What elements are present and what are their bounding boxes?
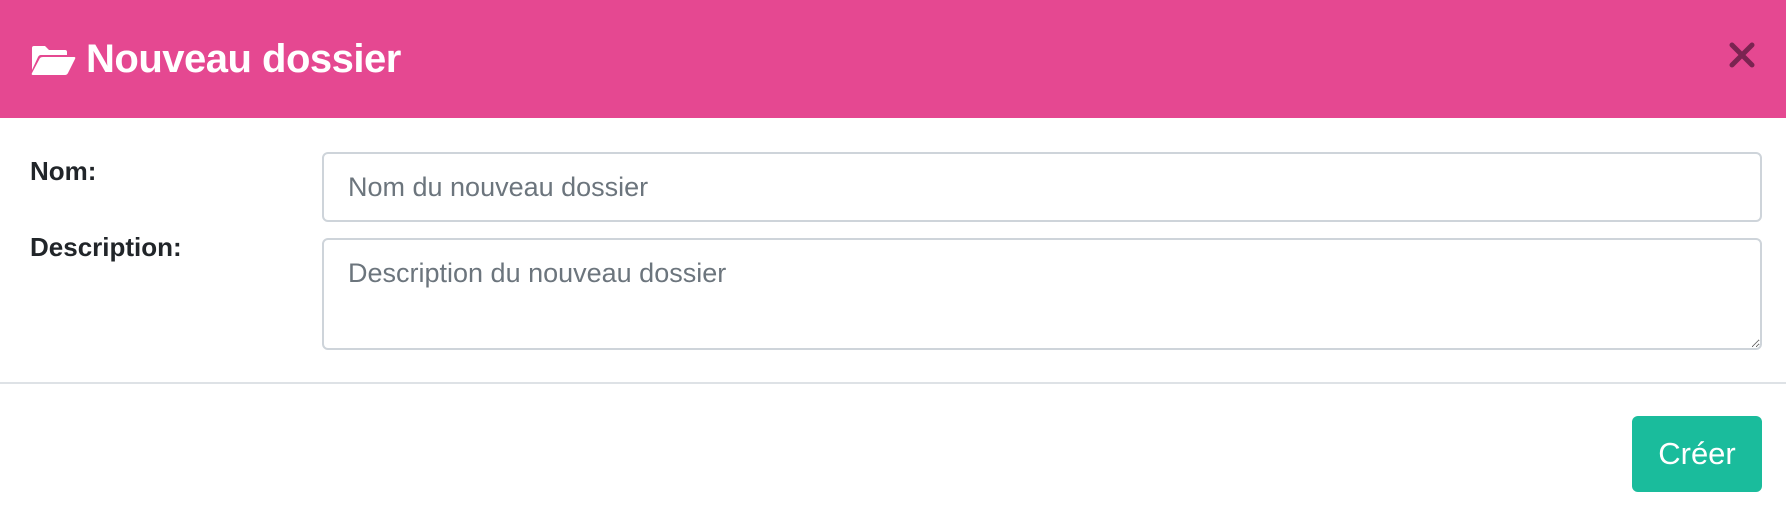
- new-folder-modal: Nouveau dossier Nom: Description: Créer: [0, 0, 1786, 522]
- description-textarea[interactable]: [322, 238, 1762, 350]
- modal-header: Nouveau dossier: [0, 0, 1786, 118]
- modal-title: Nouveau dossier: [86, 36, 401, 81]
- close-icon: [1729, 42, 1755, 73]
- name-label: Nom:: [30, 156, 97, 186]
- close-button[interactable]: [1724, 37, 1760, 77]
- modal-footer: Créer: [0, 384, 1786, 522]
- description-label: Description:: [30, 232, 182, 262]
- modal-body: Nom: Description:: [0, 118, 1786, 383]
- name-input[interactable]: [322, 152, 1762, 222]
- create-button[interactable]: Créer: [1632, 416, 1762, 492]
- folder-open-icon: [30, 44, 76, 76]
